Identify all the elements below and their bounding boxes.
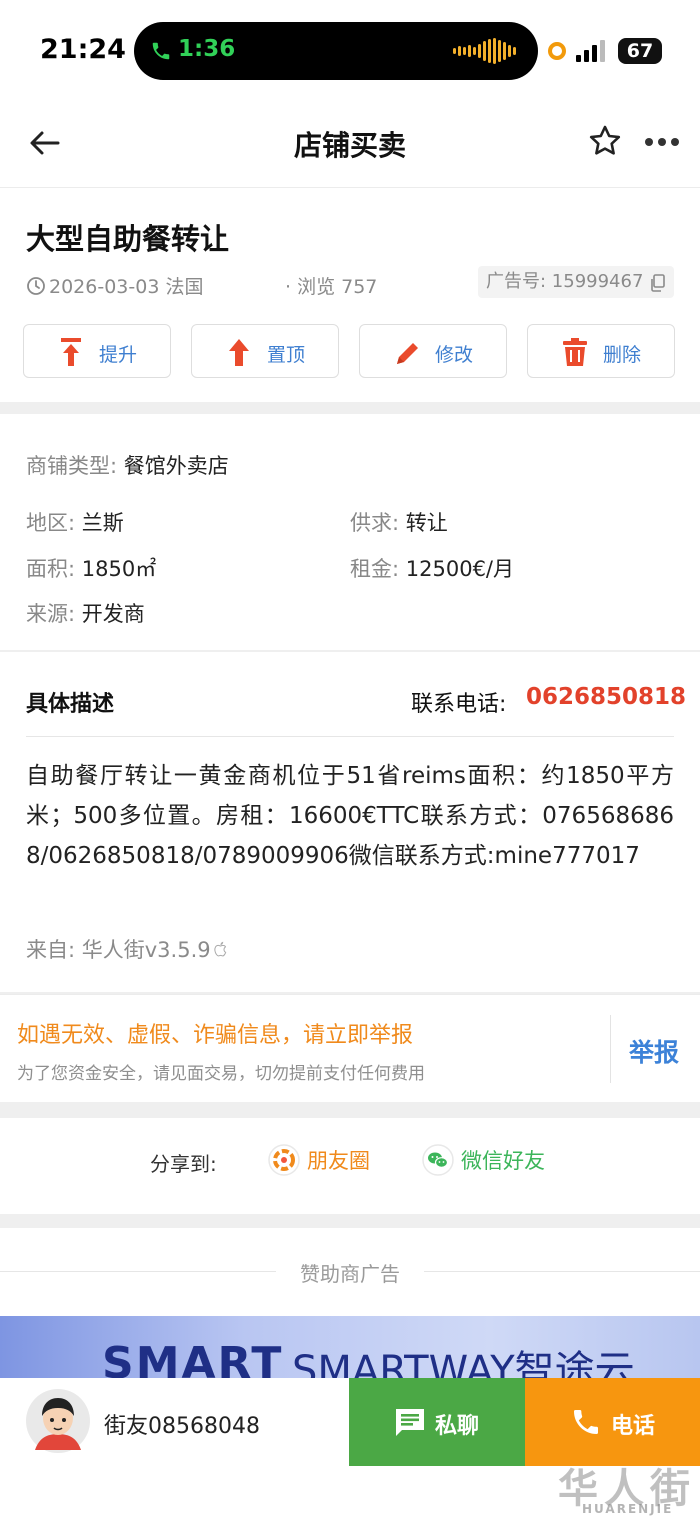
- description-text: 自助餐厅转让一黄金商机位于51省reims面积：约1850平方米；500多位置。…: [26, 763, 674, 869]
- wechat-icon: [422, 1144, 454, 1176]
- supply-value: 转让: [405, 511, 448, 535]
- pin-top-arrow-icon: [229, 339, 249, 366]
- sponsor-section: 赞助商广告 SMART SMARTWAY智途云: [0, 1228, 700, 1378]
- boost-icon: [61, 338, 81, 366]
- sponsor-banner[interactable]: SMART SMARTWAY智途云: [0, 1316, 700, 1378]
- more-options-icon[interactable]: [644, 136, 680, 148]
- rent-value: 12500€/月: [405, 557, 515, 581]
- fraud-warning-title: 如遇无效、虚假、诈骗信息，请立即举报: [17, 1023, 414, 1048]
- favorite-star-icon[interactable]: [588, 124, 622, 158]
- supply-row: 供求: 转让: [350, 507, 448, 537]
- call-label: 电话: [611, 1414, 656, 1439]
- watermark-subtext: HUARENJIE: [582, 1502, 674, 1516]
- fraud-warning-subtitle: 为了您资金安全，请见面交易，切勿提前支付任何费用: [17, 1064, 425, 1084]
- sponsor-logo: SMART: [102, 1338, 284, 1378]
- private-chat-button[interactable]: 私聊: [349, 1378, 525, 1466]
- delete-label: 删除: [603, 344, 642, 366]
- share-section: 分享到: 朋友圈 微信好友: [0, 1118, 700, 1214]
- sponsor-label: 赞助商广告: [300, 1262, 400, 1286]
- share-wechat-button[interactable]: 微信好友: [422, 1144, 545, 1176]
- chat-bubble-icon: [396, 1409, 424, 1436]
- recording-indicator: [548, 42, 566, 60]
- view-count: · 浏览 757: [285, 276, 378, 298]
- divider: [26, 736, 674, 737]
- clock-icon: [27, 276, 45, 295]
- shop-type-key: 商铺类型:: [26, 454, 124, 478]
- status-bar: 21:24 1:36 67: [0, 0, 700, 100]
- area-key: 面积:: [26, 557, 82, 581]
- battery-indicator: 67: [618, 38, 662, 64]
- listing-date-location: 2026-03-03 法国: [49, 276, 204, 298]
- user-avatar[interactable]: [25, 1388, 91, 1454]
- ad-id-text: 广告号: 15999467: [486, 271, 644, 292]
- sponsor-banner-text: SMARTWAY智途云: [292, 1348, 635, 1378]
- region-row: 地区: 兰斯: [26, 507, 124, 537]
- signal-icon: [576, 40, 605, 62]
- shop-type-row: 商铺类型: 餐馆外卖店: [26, 450, 229, 480]
- call-duration: 1:36: [178, 36, 236, 62]
- area-value: 1850㎡: [81, 557, 157, 581]
- share-moments-button[interactable]: 朋友圈: [268, 1144, 370, 1176]
- moments-label: 朋友圈: [307, 1149, 370, 1173]
- share-label: 分享到:: [150, 1152, 217, 1176]
- shop-type-value: 餐馆外卖店: [123, 454, 229, 478]
- region-key: 地区:: [26, 511, 82, 535]
- bottom-action-bar: 街友08568048 私聊 电话 华人街 HUARENJIE: [0, 1378, 700, 1520]
- user-name[interactable]: 街友08568048: [104, 1408, 260, 1440]
- region-value: 兰斯: [81, 511, 124, 535]
- delete-button[interactable]: 删除: [527, 324, 675, 378]
- divider: [424, 1271, 700, 1272]
- divider: [610, 1015, 611, 1083]
- wechat-label: 微信好友: [461, 1149, 545, 1173]
- listing-title: 大型自助餐转让: [26, 222, 230, 256]
- edit-label: 修改: [435, 344, 474, 366]
- copy-icon[interactable]: [650, 274, 666, 292]
- moments-icon: [268, 1144, 300, 1176]
- report-section: 如遇无效、虚假、诈骗信息，请立即举报 为了您资金安全，请见面交易，切勿提前支付任…: [0, 994, 700, 1102]
- action-buttons: 提升 置顶 修改 删除: [23, 324, 675, 378]
- edit-button[interactable]: 修改: [359, 324, 507, 378]
- rent-row: 租金: 12500€/月: [350, 553, 514, 583]
- source-app-line: 来自: 华人街v3.5.9: [26, 934, 229, 964]
- nav-bar: 店铺买卖: [0, 100, 700, 188]
- source-app-text: 来自: 华人街v3.5.9: [26, 938, 211, 962]
- area-row: 面积: 1850㎡: [26, 553, 156, 583]
- description-section: 具体描述 联系电话: 0626850818 自助餐厅转让一黄金商机位于51省re…: [0, 652, 700, 992]
- phone-call-icon: [152, 42, 170, 60]
- boost-label: 提升: [99, 344, 138, 366]
- listing-header: 大型自助餐转让 2026-03-03 法国 · 浏览 757 广告号: 1599…: [0, 188, 700, 402]
- source-key: 来源:: [26, 602, 82, 626]
- details-section: 商铺类型: 餐馆外卖店 地区: 兰斯 供求: 转让 面积: 1850㎡ 租金: …: [0, 414, 700, 650]
- pin-top-label: 置顶: [267, 344, 306, 366]
- description-heading: 具体描述: [26, 692, 115, 717]
- watermark: 华人街 HUARENJIE: [548, 1452, 698, 1518]
- supply-key: 供求:: [350, 511, 406, 535]
- listing-meta: 2026-03-03 法国: [26, 272, 203, 299]
- source-value: 开发商: [81, 602, 145, 626]
- report-button[interactable]: 举报: [629, 1033, 679, 1069]
- trash-icon: [563, 338, 587, 366]
- boost-button[interactable]: 提升: [23, 324, 171, 378]
- rent-key: 租金:: [350, 557, 406, 581]
- pencil-icon: [397, 343, 418, 364]
- status-time: 21:24: [40, 34, 126, 65]
- chat-label: 私聊: [435, 1414, 480, 1439]
- audio-wave-icon: [453, 38, 516, 64]
- contact-phone-number[interactable]: 0626850818: [526, 684, 686, 710]
- apple-icon: [213, 941, 226, 957]
- phone-icon: [574, 1410, 598, 1434]
- pin-top-button[interactable]: 置顶: [191, 324, 339, 378]
- ad-id-badge[interactable]: 广告号: 15999467: [478, 266, 674, 298]
- source-row: 来源: 开发商: [26, 598, 145, 628]
- contact-phone-label: 联系电话:: [411, 692, 507, 717]
